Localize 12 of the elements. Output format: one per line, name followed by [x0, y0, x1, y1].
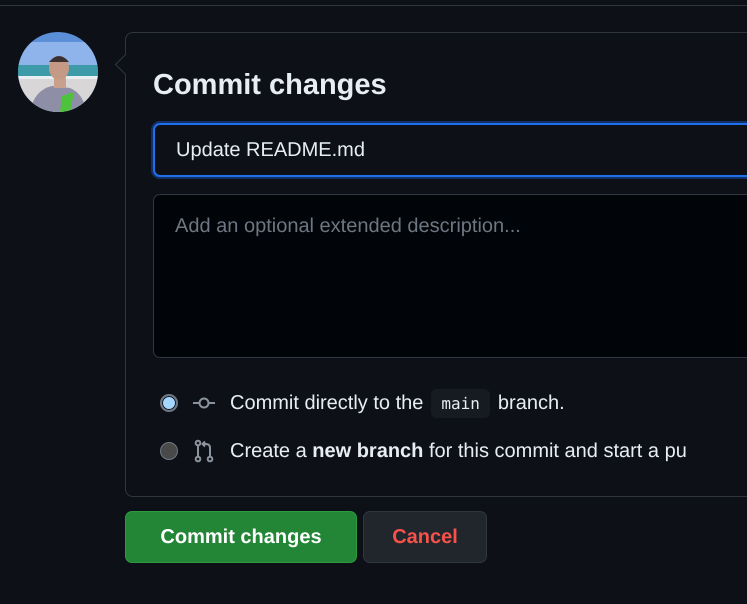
branch-name: main: [431, 388, 490, 418]
cancel-button[interactable]: Cancel: [363, 511, 487, 563]
summary-field[interactable]: Update README.md: [153, 123, 747, 177]
option-label: Commit directly to the: [230, 392, 424, 414]
option-label: branch.: [498, 392, 565, 414]
dialog-title: Commit changes: [153, 68, 388, 103]
radio-button[interactable]: [160, 394, 178, 412]
option-label: Create a new branch for this commit and start a pu: [230, 440, 687, 462]
description-field[interactable]: Add an optional extended description...: [153, 194, 747, 358]
radio-button[interactable]: [160, 442, 178, 460]
pull-request-icon: [192, 439, 216, 463]
commit-button[interactable]: Commit changes: [125, 511, 357, 563]
